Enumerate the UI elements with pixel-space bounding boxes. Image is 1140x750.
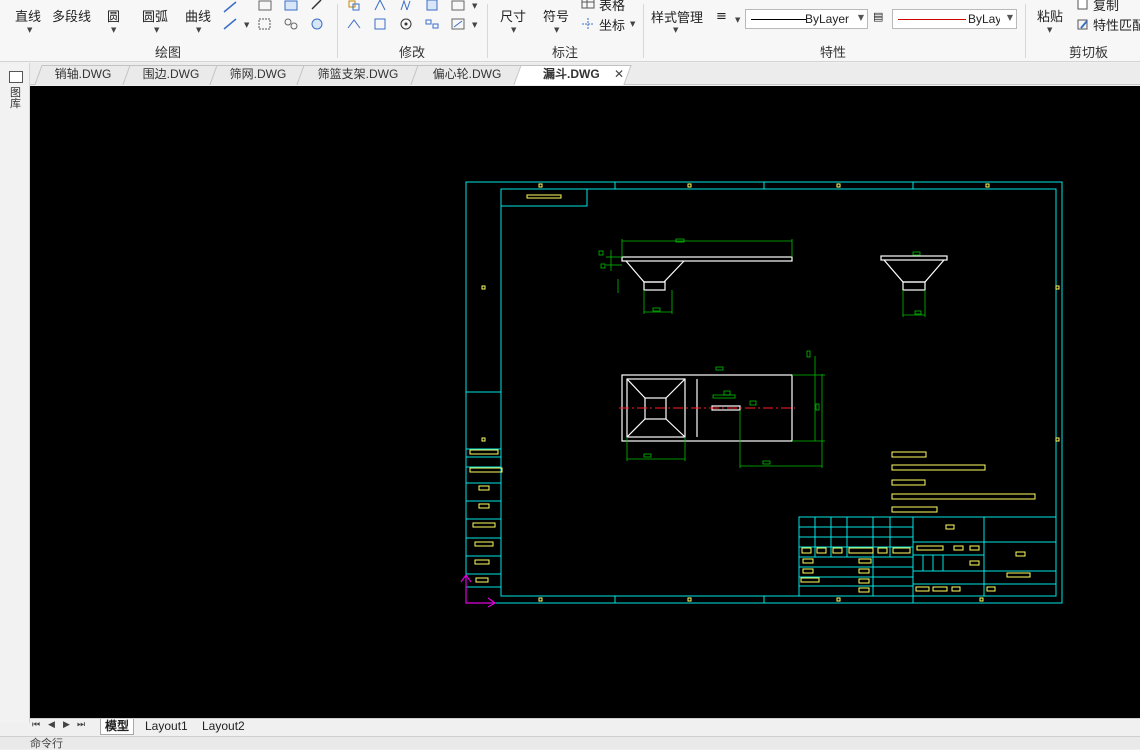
group-separator xyxy=(643,4,644,58)
close-icon[interactable]: ✕ xyxy=(614,65,624,84)
layout-tab-layout1[interactable]: Layout1 xyxy=(141,719,192,735)
wipeout-icon[interactable] xyxy=(309,17,325,31)
annotate-group-label: 标注 xyxy=(552,46,579,61)
funnel-side-view xyxy=(880,251,948,317)
symbol-button[interactable]: 符号 xyxy=(543,6,569,25)
linetype-select[interactable]: ByLayer ▼ xyxy=(745,9,868,29)
array-icon[interactable] xyxy=(424,17,440,31)
ray-icon[interactable] xyxy=(222,17,238,31)
boundary-icon[interactable] xyxy=(283,17,299,31)
hatch-icon[interactable] xyxy=(257,17,273,31)
move-icon[interactable] xyxy=(346,0,362,12)
prev-layout-icon[interactable]: ◀ xyxy=(48,720,55,730)
chevron-down-icon: ▼ xyxy=(1006,13,1013,22)
last-layout-icon[interactable]: ⏭ xyxy=(77,720,85,730)
doc-tab[interactable]: 筛篮支架.DWG xyxy=(296,65,420,85)
chevron-down-icon: ▼ xyxy=(857,13,864,22)
curve-tool-dropdown-icon[interactable]: ▼ xyxy=(196,26,201,34)
stretch-icon[interactable] xyxy=(346,17,362,31)
symbol-dropdown-icon[interactable]: ▼ xyxy=(554,26,559,34)
arc-tool-dropdown-icon[interactable]: ▼ xyxy=(154,26,159,34)
trim-icon[interactable] xyxy=(372,0,388,12)
rectangle-icon[interactable] xyxy=(257,0,273,12)
left-palette: 图库 xyxy=(0,63,30,723)
annotation-text-group xyxy=(469,183,1060,602)
coordinate-icon[interactable] xyxy=(580,17,596,31)
ray-dropdown-icon[interactable]: ▼ xyxy=(244,21,249,29)
clipboard-group-label: 剪切板 xyxy=(1069,46,1109,61)
draw-group-label: 绘图 xyxy=(155,46,182,61)
explode-dropdown-icon[interactable]: ▼ xyxy=(472,21,477,29)
color-select[interactable]: ByLayer ▼ xyxy=(892,9,1017,29)
properties-group-label: 特性 xyxy=(820,46,847,61)
group-separator xyxy=(1025,4,1026,58)
paste-button[interactable]: 粘贴 xyxy=(1037,6,1063,25)
line-tool-button[interactable]: 直线 xyxy=(15,6,41,25)
command-line-label: 命令行 xyxy=(30,737,63,750)
doc-tab[interactable]: 筛网.DWG xyxy=(209,65,307,85)
ucs-icon xyxy=(460,573,497,608)
group-separator xyxy=(337,4,338,58)
offset-dropdown-icon[interactable]: ▼ xyxy=(472,2,477,10)
coordinate-button[interactable]: 坐标 xyxy=(599,15,625,34)
circle-tool-dropdown-icon[interactable]: ▼ xyxy=(111,26,116,34)
dimension-button[interactable]: 尺寸 xyxy=(500,6,526,25)
gallery-tab[interactable]: 图库 xyxy=(10,87,24,109)
curve-tool-button[interactable]: 曲线 xyxy=(185,6,211,25)
document-tab-bar: 销轴.DWG 围边.DWG 筛网.DWG 筛篮支架.DWG 偏心轮.DWG 漏斗… xyxy=(30,63,1140,85)
layout-tab-model[interactable]: 模型 xyxy=(100,719,135,735)
style-manager-button[interactable]: 样式管理 xyxy=(651,7,703,26)
lineweight-icon[interactable]: ≡ xyxy=(716,9,727,24)
layout-tab-bar: ⏮ ◀ ▶ ⏭ 模型 Layout1 Layout2 xyxy=(30,718,1140,735)
modify-group-label: 修改 xyxy=(399,46,426,61)
explode-icon[interactable] xyxy=(450,17,466,31)
doc-tab-active[interactable]: 漏斗.DWG ✕ xyxy=(513,65,632,85)
paste-dropdown-icon[interactable]: ▼ xyxy=(1047,26,1052,34)
first-layout-icon[interactable]: ⏮ xyxy=(32,720,40,730)
offset-icon[interactable] xyxy=(450,0,466,12)
gallery-icon[interactable] xyxy=(9,71,23,83)
polyline-tool-button[interactable]: 多段线 xyxy=(52,6,91,25)
linetype-scale-icon[interactable]: ▤ xyxy=(873,10,883,23)
layout-tab-layout2[interactable]: Layout2 xyxy=(198,719,249,735)
construction-line-icon[interactable] xyxy=(222,0,238,14)
match-properties-icon[interactable] xyxy=(1075,17,1091,31)
lineweight-dropdown-icon[interactable]: ▼ xyxy=(735,16,740,24)
doc-tab[interactable]: 围边.DWG xyxy=(122,65,220,85)
rotate-icon[interactable] xyxy=(398,17,414,31)
funnel-plan-view xyxy=(619,350,825,468)
copy-button[interactable]: 复制 xyxy=(1093,0,1119,14)
funnel-front-view xyxy=(598,238,793,314)
mirror-icon[interactable] xyxy=(398,0,414,12)
copy-icon[interactable] xyxy=(1075,0,1091,10)
ribbon: 直线 ▼ 多段线 圆 ▼ 圆弧 ▼ 曲线 ▼ ▼ 绘图 ▼ ▼ 修改 尺寸 ▼ … xyxy=(0,0,1140,62)
scale-icon[interactable] xyxy=(372,17,388,31)
coordinate-dropdown-icon[interactable]: ▼ xyxy=(630,20,635,28)
table-button[interactable]: 表格 xyxy=(599,0,625,14)
circle-tool-button[interactable]: 圆 xyxy=(107,6,120,25)
style-manager-dropdown-icon[interactable]: ▼ xyxy=(673,26,678,34)
group-separator xyxy=(487,4,488,58)
inner-border xyxy=(500,188,1057,597)
match-properties-button[interactable]: 特性匹配 xyxy=(1093,15,1140,34)
table-icon[interactable] xyxy=(580,0,596,10)
pick-point-icon[interactable] xyxy=(309,0,325,11)
command-line[interactable]: 命令行 xyxy=(0,736,1140,749)
linetype-preview xyxy=(751,19,807,20)
copy-object-icon[interactable] xyxy=(424,0,440,12)
color-preview xyxy=(898,19,966,20)
doc-tab[interactable]: 销轴.DWG xyxy=(34,65,132,85)
region-icon[interactable] xyxy=(283,0,299,12)
dimension-dropdown-icon[interactable]: ▼ xyxy=(511,26,516,34)
arc-tool-button[interactable]: 圆弧 xyxy=(142,6,168,25)
drawing-svg xyxy=(460,181,1063,608)
next-layout-icon[interactable]: ▶ xyxy=(63,720,70,730)
line-tool-dropdown-icon[interactable]: ▼ xyxy=(27,26,32,34)
doc-tab[interactable]: 偏心轮.DWG xyxy=(410,65,524,85)
drawing-canvas[interactable] xyxy=(30,86,1140,718)
outer-border xyxy=(465,181,1063,604)
